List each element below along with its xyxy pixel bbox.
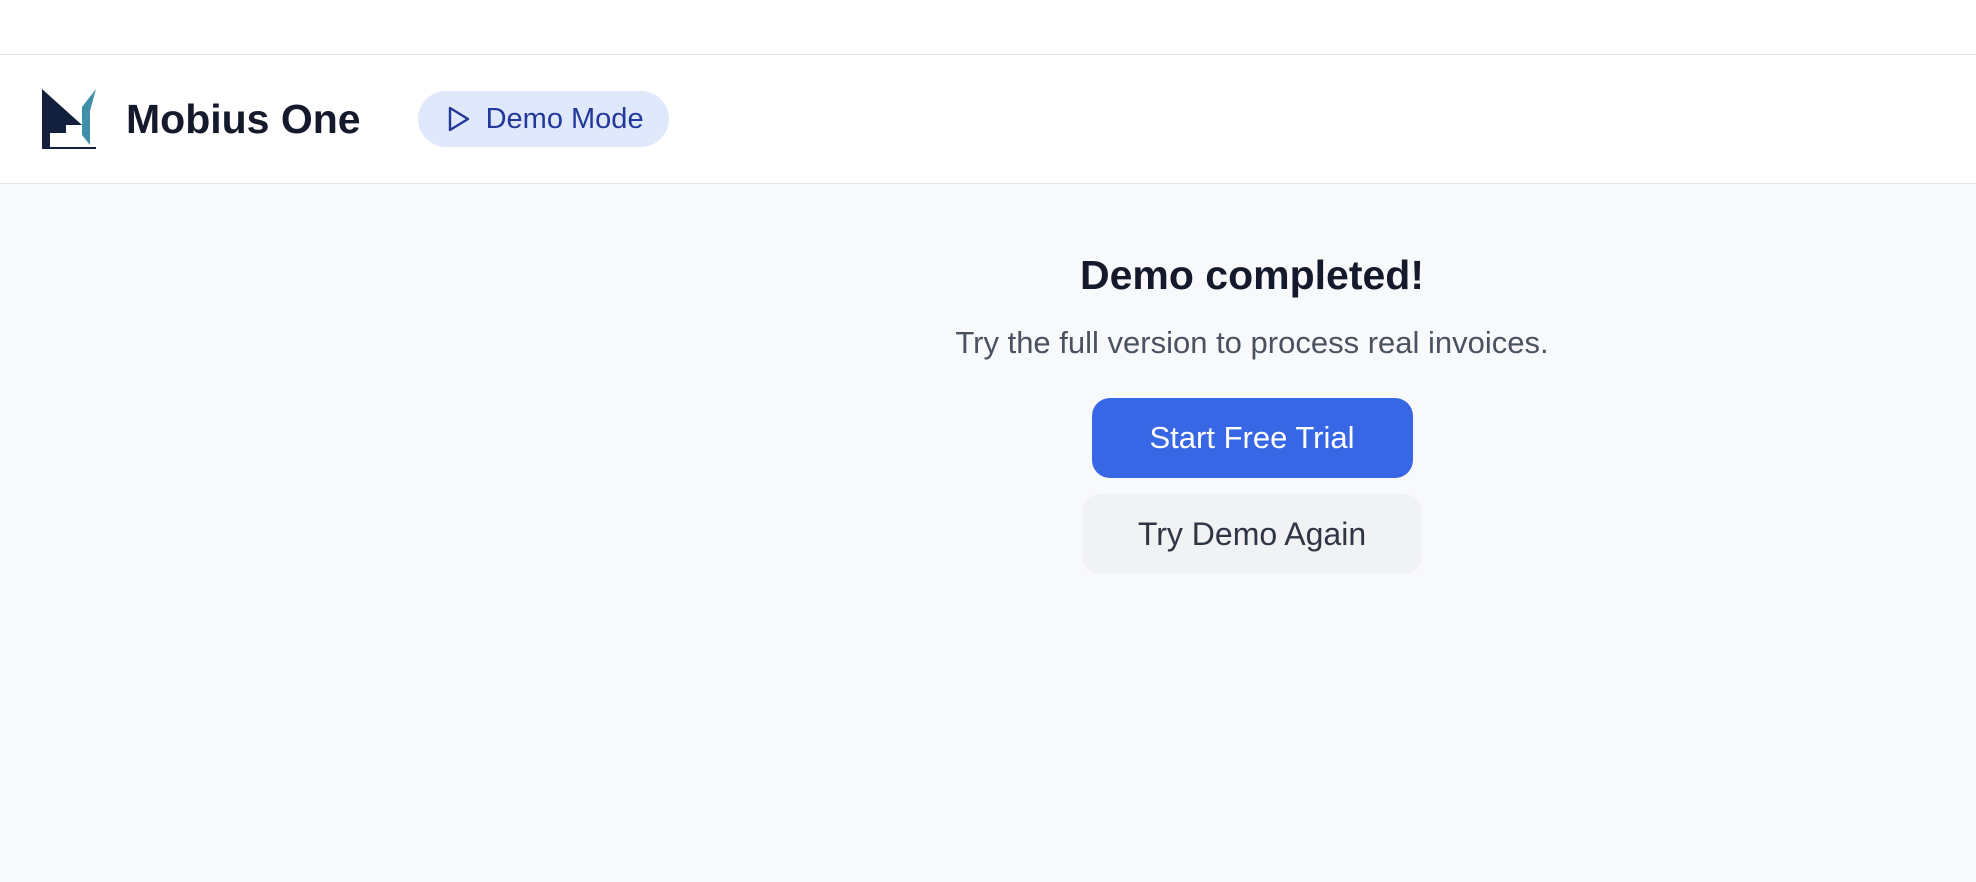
play-icon: [448, 106, 469, 132]
app-title: Mobius One: [126, 95, 361, 142]
try-demo-again-button[interactable]: Try Demo Again: [1082, 494, 1422, 574]
demo-mode-label: Demo Mode: [485, 102, 644, 135]
main-content: Demo completed! Try the full version to …: [0, 184, 1976, 882]
completion-subtitle: Try the full version to process real inv…: [955, 325, 1549, 360]
top-bar: [0, 0, 1976, 55]
demo-mode-badge: Demo Mode: [417, 91, 669, 147]
mobius-logo-icon: [42, 89, 96, 149]
app-header: Mobius One Demo Mode: [0, 55, 1976, 184]
completion-title: Demo completed!: [1080, 252, 1424, 298]
start-free-trial-button[interactable]: Start Free Trial: [1091, 398, 1413, 478]
demo-completion-panel: Demo completed! Try the full version to …: [752, 252, 1752, 574]
